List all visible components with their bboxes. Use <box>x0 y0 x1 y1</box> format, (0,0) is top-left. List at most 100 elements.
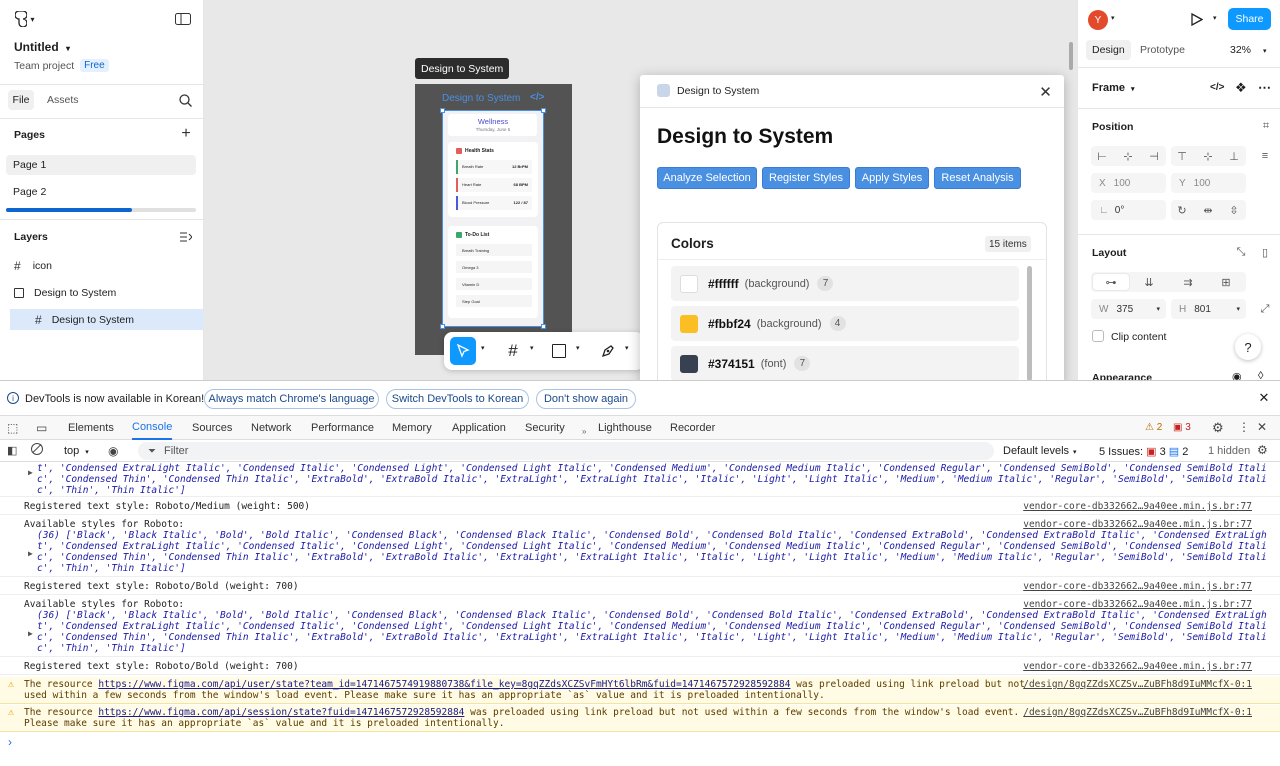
frame-label[interactable]: Design to System <box>442 93 520 104</box>
context-select[interactable]: top ▾ <box>64 445 89 457</box>
tab-assets[interactable]: Assets <box>47 94 79 106</box>
expand-icon[interactable]: ▶ <box>28 467 33 478</box>
share-button[interactable]: Share <box>1228 8 1271 30</box>
vertical-layout-icon[interactable]: ⇊ <box>1138 272 1160 292</box>
grid-layout-icon[interactable]: ⊞ <box>1215 272 1237 292</box>
component-icon[interactable]: ❖ <box>1235 80 1247 96</box>
settings-icon[interactable]: ⚙ <box>1212 420 1224 436</box>
chevron-double-icon[interactable]: » <box>582 427 586 436</box>
layer-row-design-to-system[interactable]: Design to System <box>0 285 204 301</box>
color-row[interactable]: #fbbf24 (background) 4 <box>671 306 1019 341</box>
flip-vertical-icon[interactable]: ⇳ <box>1223 200 1245 220</box>
code-icon[interactable]: </> <box>1210 82 1224 93</box>
tab-sources[interactable]: Sources <box>192 416 232 440</box>
log-entry[interactable]: ▶ t', 'Condensed ExtraLight Italic', 'Co… <box>0 462 1280 497</box>
collapse-layers-icon[interactable] <box>179 230 193 244</box>
tab-security[interactable]: Security <box>525 416 565 440</box>
more-icon[interactable]: ⋯ <box>1258 80 1271 96</box>
tab-file[interactable]: File <box>8 90 34 110</box>
sidebar-toggle-icon[interactable]: ◧ <box>7 444 17 457</box>
avatar[interactable]: Y <box>1088 10 1108 30</box>
reset-analysis-button[interactable]: Reset Analysis <box>934 167 1021 189</box>
log-entry[interactable]: Available styles for Roboto: vendor-core… <box>0 515 1280 577</box>
chevron-down-icon[interactable]: ▾ <box>530 344 534 352</box>
x-field[interactable]: X 100 <box>1091 173 1166 193</box>
tab-recorder[interactable]: Recorder <box>670 416 715 440</box>
color-row[interactable]: #374151 (font) 7 <box>671 346 1019 381</box>
dont-show-again-button[interactable]: Don't show again <box>536 389 636 409</box>
filter-input[interactable]: ⏷ Filter <box>138 442 994 460</box>
move-tool-icon[interactable] <box>450 337 476 365</box>
resize-handle[interactable] <box>440 108 445 113</box>
resize-handle[interactable] <box>541 324 546 329</box>
page-item-1[interactable]: Page 1 <box>6 155 196 175</box>
register-styles-button[interactable]: Register Styles <box>762 167 850 189</box>
log-entry[interactable]: Available styles for Roboto: vendor-core… <box>0 595 1280 657</box>
colors-scrollbar[interactable] <box>1027 266 1032 381</box>
page-item-2[interactable]: Page 2 <box>13 186 46 198</box>
chevron-down-icon[interactable]: ▾ <box>481 344 485 352</box>
resize-handle[interactable] <box>541 108 546 113</box>
eye-icon[interactable]: ◉ <box>1232 370 1242 380</box>
freeform-layout-icon[interactable]: ⊶ <box>1100 272 1122 292</box>
rotate-icon[interactable]: ↻ <box>1171 200 1193 220</box>
layer-row-icon[interactable]: # icon <box>0 258 204 274</box>
drop-icon[interactable]: ◊ <box>1258 370 1263 380</box>
resource-link[interactable]: https://www.figma.com/api/session/state?… <box>98 707 464 718</box>
width-field[interactable]: W 375 ▾ <box>1091 299 1166 319</box>
error-count[interactable]: ▣ 3 <box>1173 422 1191 433</box>
source-link[interactable]: vendor-core-db332662…9a40ee.min.js.br:77 <box>1023 599 1252 610</box>
tab-console[interactable]: Console <box>132 416 173 440</box>
align-right-icon[interactable]: ⊣ <box>1143 146 1165 166</box>
match-language-button[interactable]: Always match Chrome's language <box>204 389 379 409</box>
pen-tool-icon[interactable] <box>599 342 617 360</box>
resize-handle[interactable] <box>440 324 445 329</box>
resize-to-fit-icon[interactable]: ⤢ <box>1254 299 1276 319</box>
chevron-down-icon[interactable]: ▾ <box>1111 14 1115 22</box>
chevron-down-icon[interactable]: ▾ <box>625 344 629 352</box>
console-prompt[interactable]: › <box>8 735 12 749</box>
align-middle-icon[interactable]: ⊹ <box>1197 146 1219 166</box>
kebab-menu-icon[interactable]: ⋮ <box>1238 420 1250 434</box>
tab-performance[interactable]: Performance <box>311 416 374 440</box>
figma-menu-icon[interactable]: ▾ <box>10 10 40 28</box>
tab-lighthouse[interactable]: Lighthouse <box>598 416 652 440</box>
inspect-icon[interactable]: ⬚ <box>7 421 18 435</box>
analyze-selection-button[interactable]: Analyze Selection <box>657 167 757 189</box>
horizontal-layout-icon[interactable]: ⇉ <box>1177 272 1199 292</box>
close-icon[interactable]: ✕ <box>1038 84 1053 101</box>
tab-design[interactable]: Design <box>1086 40 1131 60</box>
close-icon[interactable]: ✕ <box>1257 420 1267 434</box>
expand-icon[interactable]: ▶ <box>28 548 33 559</box>
rotation-field[interactable]: ∟ 0° <box>1091 200 1166 220</box>
device-toolbar-icon[interactable]: ▭ <box>36 421 47 435</box>
tab-elements[interactable]: Elements <box>68 416 114 440</box>
rectangle-tool-icon[interactable] <box>552 344 566 358</box>
help-button[interactable]: ? <box>1235 334 1261 360</box>
add-page-icon[interactable]: + <box>179 125 193 142</box>
align-bottom-icon[interactable]: ⊥ <box>1223 146 1245 166</box>
clip-content-checkbox[interactable] <box>1092 330 1104 342</box>
issues-button[interactable]: 5 Issues: ▣ 3 ▤ 2 <box>1099 445 1188 458</box>
code-icon[interactable]: </> <box>530 92 544 103</box>
align-center-icon[interactable]: ⊹ <box>1117 146 1139 166</box>
color-row[interactable]: #ffffff (background) 7 <box>671 266 1019 301</box>
clear-console-icon[interactable] <box>31 443 43 455</box>
expand-icon[interactable]: ▶ <box>28 628 33 639</box>
flip-horizontal-icon[interactable]: ⇹ <box>1197 200 1219 220</box>
close-icon[interactable]: ✕ <box>1257 390 1271 405</box>
zoom-level[interactable]: 32% ▾ <box>1230 44 1267 56</box>
levels-select[interactable]: Default levels ▾ <box>1003 445 1077 457</box>
constraints-icon[interactable]: ⌗ <box>1255 116 1277 136</box>
frame-tool-icon[interactable]: # <box>504 341 522 360</box>
source-link[interactable]: vendor-core-db332662…9a40ee.min.js.br:77 <box>1023 501 1252 512</box>
play-icon[interactable] <box>1190 12 1204 26</box>
pages-scrollbar[interactable] <box>6 208 196 212</box>
source-link[interactable]: vendor-core-db332662…9a40ee.min.js.br:77 <box>1023 519 1252 530</box>
settings-icon[interactable]: ⚙ <box>1257 443 1268 457</box>
tab-memory[interactable]: Memory <box>392 416 432 440</box>
apply-styles-button[interactable]: Apply Styles <box>855 167 929 189</box>
align-left-icon[interactable]: ⊢ <box>1091 146 1113 166</box>
eye-icon[interactable]: ◉ <box>108 444 118 458</box>
search-icon[interactable] <box>178 93 192 107</box>
